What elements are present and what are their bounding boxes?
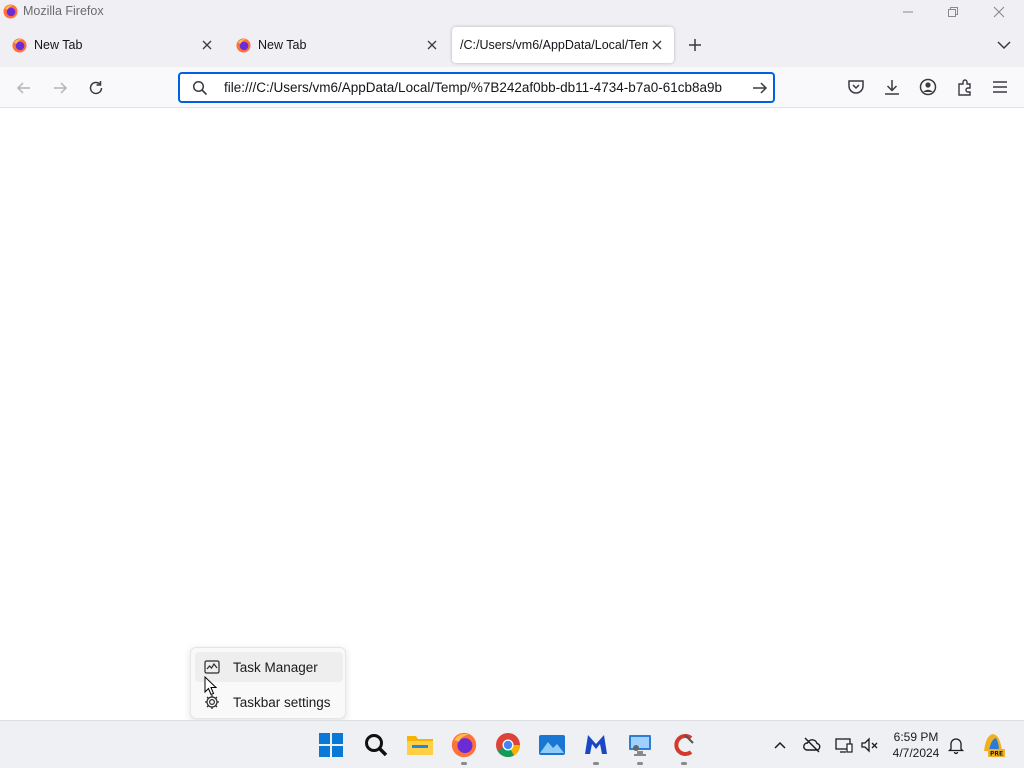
- photos-icon: [539, 735, 565, 755]
- clock-time: 6:59 PM: [893, 730, 939, 744]
- close-icon: [993, 6, 1005, 17]
- minimize-button[interactable]: [885, 0, 931, 23]
- firefox-favicon-icon: [12, 38, 27, 53]
- download-icon[interactable]: [882, 77, 902, 97]
- menu-item-task-manager[interactable]: Task Manager: [195, 652, 343, 682]
- search-icon: [192, 80, 208, 96]
- taskbar-firefox[interactable]: [448, 729, 480, 765]
- running-indicator: [593, 762, 599, 765]
- taskbar-ccleaner[interactable]: [668, 729, 700, 765]
- clock-date: 4/7/2024: [892, 746, 940, 760]
- title-bar: Mozilla Firefox: [0, 0, 1024, 23]
- restore-button[interactable]: [930, 0, 976, 23]
- remote-desktop-icon: [629, 735, 651, 756]
- back-arrow-icon[interactable]: [13, 77, 35, 99]
- url-input[interactable]: file:///C:/Users/vm6/AppData/Local/Temp/…: [224, 80, 748, 95]
- tab-temp-folder[interactable]: /C:/Users/vm6/AppData/Local/Temp: [452, 27, 674, 63]
- search-icon: [365, 734, 388, 757]
- page-content[interactable]: [0, 108, 1024, 720]
- folder-icon: [407, 736, 433, 755]
- tab-close-icon[interactable]: [425, 38, 439, 52]
- hamburger-menu-icon[interactable]: [990, 77, 1010, 97]
- tab-label: New Tab: [34, 38, 83, 52]
- taskbar: 6:59 PM 4/7/2024 PRE: [0, 720, 1024, 768]
- tab-label: New Tab: [258, 38, 307, 52]
- malwarebytes-icon: [585, 735, 607, 754]
- account-icon[interactable]: [918, 77, 938, 97]
- firefox-favicon-icon: [236, 38, 251, 53]
- menu-item-label: Taskbar settings: [233, 695, 331, 710]
- firefox-logo-icon: [3, 4, 18, 19]
- taskbar-search-button[interactable]: [360, 729, 392, 761]
- notification-bell-icon[interactable]: [946, 735, 966, 755]
- tab-new-tab-2[interactable]: New Tab: [226, 27, 444, 63]
- running-indicator: [681, 762, 687, 765]
- chevron-down-icon[interactable]: [994, 36, 1014, 54]
- chevron-up-icon[interactable]: [770, 735, 790, 755]
- running-indicator: [461, 762, 467, 765]
- chrome-icon: [496, 733, 520, 758]
- system-clock[interactable]: 6:59 PM 4/7/2024: [884, 729, 948, 761]
- start-button[interactable]: [315, 729, 347, 761]
- restore-icon: [948, 6, 958, 17]
- extensions-icon[interactable]: [955, 77, 975, 97]
- taskbar-photos[interactable]: [536, 729, 568, 761]
- close-window-button[interactable]: [976, 0, 1022, 23]
- windows-logo-icon: [319, 733, 343, 757]
- url-bar[interactable]: file:///C:/Users/vm6/AppData/Local/Temp/…: [178, 72, 775, 103]
- taskbar-file-explorer[interactable]: [404, 729, 436, 761]
- window-title: Mozilla Firefox: [23, 4, 104, 18]
- copilot-pre-icon[interactable]: PRE: [980, 731, 1006, 759]
- tab-close-icon[interactable]: [200, 38, 214, 52]
- tab-label: /C:/Users/vm6/AppData/Local/Temp: [460, 38, 648, 52]
- running-indicator: [637, 762, 643, 765]
- svg-text:PRE: PRE: [990, 751, 1003, 758]
- cloud-offline-icon[interactable]: [802, 735, 822, 755]
- forward-arrow-icon[interactable]: [49, 77, 71, 99]
- network-icon[interactable]: [834, 735, 854, 755]
- taskbar-remote-desktop[interactable]: [624, 729, 656, 765]
- taskbar-chrome[interactable]: [492, 729, 524, 761]
- mouse-cursor-icon: [204, 676, 217, 696]
- navigation-toolbar: file:///C:/Users/vm6/AppData/Local/Temp/…: [0, 67, 1024, 108]
- go-arrow-icon[interactable]: [751, 79, 769, 97]
- menu-item-label: Task Manager: [233, 660, 318, 675]
- minimize-icon: [903, 11, 913, 12]
- taskbar-malwarebytes[interactable]: [580, 729, 612, 765]
- pocket-icon[interactable]: [846, 77, 866, 97]
- tab-strip: New Tab New Tab /C:/Users/vm6/AppData/Lo…: [0, 23, 1024, 67]
- firefox-icon: [451, 732, 477, 758]
- task-manager-icon: [204, 660, 220, 674]
- volume-muted-icon[interactable]: [860, 735, 880, 755]
- menu-item-taskbar-settings[interactable]: Taskbar settings: [195, 687, 343, 717]
- gear-icon: [205, 695, 219, 709]
- tab-new-tab-1[interactable]: New Tab: [2, 27, 220, 63]
- reload-icon[interactable]: [85, 77, 107, 99]
- ccleaner-icon: [674, 734, 694, 756]
- new-tab-plus-icon[interactable]: [684, 34, 706, 56]
- tab-close-icon[interactable]: [650, 38, 664, 52]
